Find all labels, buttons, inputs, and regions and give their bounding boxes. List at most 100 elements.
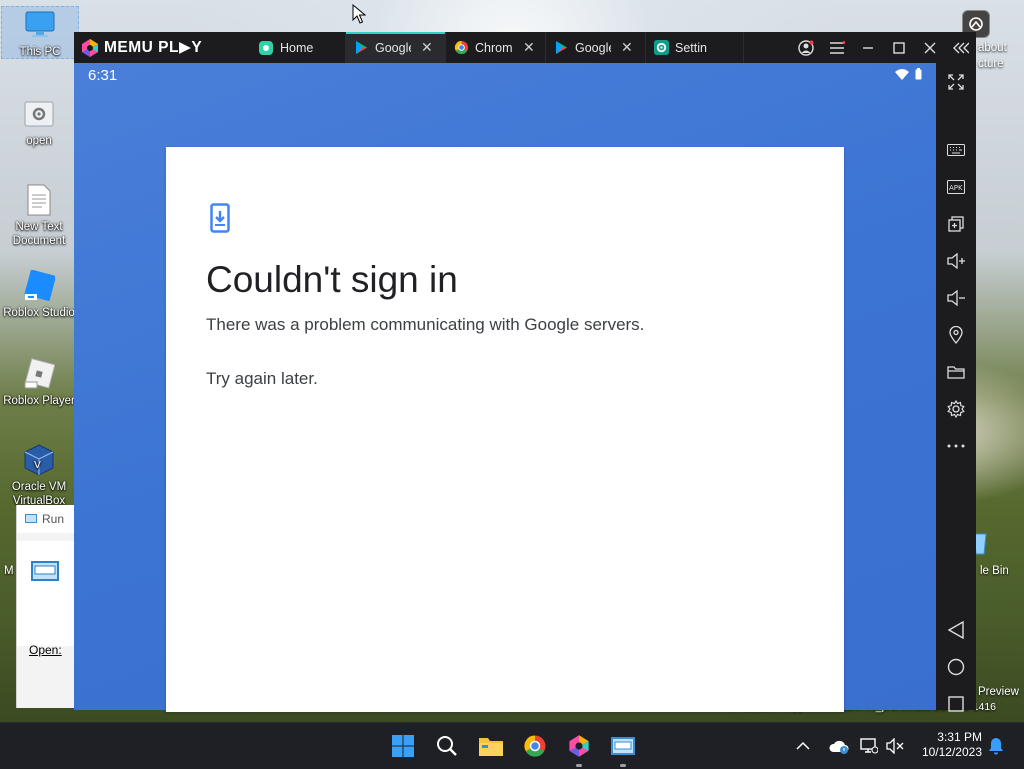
roblox-player-icon [21, 356, 57, 392]
tab-label: Home [280, 40, 314, 55]
desktop-label-about: about [978, 42, 1007, 54]
desktop-icon-label: Oracle VM VirtualBox [11, 481, 67, 507]
more-icon[interactable] [936, 431, 976, 461]
run-icon [25, 514, 37, 523]
phone-download-icon [210, 203, 230, 238]
close-icon[interactable]: ✕ [421, 39, 433, 56]
menu-icon[interactable] [821, 32, 852, 63]
android-clock: 6:31 [88, 67, 118, 84]
apk-icon[interactable]: APK [936, 172, 976, 202]
text-document-icon [21, 182, 57, 218]
desktop-icon-new-text-document[interactable]: New Text Document [1, 182, 77, 248]
desktop-icon-roblox-studio[interactable]: Roblox Studio [1, 268, 77, 320]
desktop-icon-label: This PC [19, 46, 61, 58]
settings-icon[interactable] [936, 394, 976, 424]
run-dialog-title: Run [42, 512, 65, 526]
play-store-icon [356, 41, 367, 54]
tab-chrome[interactable]: Chrom ✕ [446, 32, 546, 63]
volume-down-icon[interactable] [936, 283, 976, 313]
monitor-icon [22, 7, 58, 43]
run-dialog[interactable]: Run Open: [16, 505, 74, 708]
android-screen[interactable]: 6:31 Couldn't sign in There was a proble… [74, 63, 936, 712]
taskbar-search-button[interactable] [432, 731, 462, 761]
play-store-icon [556, 41, 567, 54]
home-icon[interactable] [936, 652, 976, 682]
taskbar-chrome[interactable] [520, 731, 550, 761]
account-icon[interactable] [790, 32, 821, 63]
tab-home[interactable]: Home [250, 32, 346, 63]
mouse-cursor-icon [352, 3, 367, 29]
memu-home-icon [259, 40, 273, 55]
notification-bell-icon[interactable] [988, 723, 1004, 769]
desktop-label-preview: Preview [978, 686, 1019, 698]
memu-titlebar[interactable]: MEMU PL▶Y Home Google ✕ Chrom ✕ Google ✕… [74, 32, 976, 63]
fullscreen-icon[interactable] [936, 67, 976, 97]
memu-logo: MEMU PL▶Y [80, 38, 250, 58]
running-indicator [576, 764, 582, 767]
taskbar-run[interactable] [608, 731, 638, 767]
desktop-label-cture: cture [978, 58, 1004, 70]
tab-google-play-active[interactable]: Google ✕ [346, 32, 446, 63]
keyboard-icon[interactable] [936, 135, 976, 165]
desktop-icon-open[interactable]: open [1, 96, 77, 148]
tab-label: Settin [675, 40, 707, 55]
tab-google-play[interactable]: Google ✕ [546, 32, 646, 63]
chrome-icon [524, 735, 546, 757]
recent-apps-icon[interactable] [936, 689, 976, 719]
desktop-icon-label: open [26, 135, 52, 147]
desktop-icon-label: Roblox Player [3, 395, 75, 407]
desktop-label-recycle-bin: le Bin [980, 565, 1009, 577]
desktop-icon-this-pc[interactable]: This PC [1, 6, 79, 59]
desktop-icon-label: Roblox Studio [3, 307, 75, 319]
folder-icon[interactable] [936, 357, 976, 387]
collapse-sidebar-icon[interactable] [945, 32, 976, 63]
network-icon[interactable] [860, 723, 878, 769]
close-icon[interactable]: ✕ [523, 39, 535, 56]
location-icon[interactable] [936, 320, 976, 350]
taskbar-memu[interactable] [564, 731, 594, 767]
run-icon [611, 737, 635, 755]
error-message: There was a problem communicating with G… [206, 315, 645, 334]
search-icon [437, 736, 457, 756]
run-open-label: Open: [29, 643, 62, 657]
volume-up-icon[interactable] [936, 246, 976, 276]
tray-overflow-icon[interactable] [796, 723, 810, 769]
close-icon[interactable]: ✕ [621, 39, 633, 56]
running-indicator [620, 764, 626, 767]
taskbar-clock[interactable]: 3:31 PM 10/12/2023 [922, 730, 982, 760]
error-title: Couldn't sign in [206, 259, 458, 300]
taskbar: 3:31 PM 10/12/2023 [0, 722, 1024, 769]
roblox-studio-icon [21, 268, 57, 304]
memu-logo-icon [82, 38, 98, 57]
windows-logo-icon [392, 735, 414, 757]
settings-gear-icon [654, 40, 669, 55]
close-window-icon[interactable] [914, 32, 945, 63]
tab-label: Chrom [475, 40, 513, 55]
memu-window[interactable]: MEMU PL▶Y Home Google ✕ Chrom ✕ Google ✕… [74, 32, 976, 712]
volume-muted-icon[interactable] [886, 723, 904, 769]
svg-text:V: V [34, 460, 41, 471]
start-button[interactable] [388, 731, 418, 761]
chrome-icon [454, 40, 469, 55]
taskbar-file-explorer[interactable] [476, 731, 506, 761]
battery-icon [915, 68, 922, 80]
onedrive-icon[interactable] [828, 723, 850, 769]
multi-instance-icon[interactable] [936, 209, 976, 239]
run-dialog-titlebar[interactable]: Run [17, 505, 74, 533]
tab-settings[interactable]: Settin [646, 32, 744, 63]
back-icon[interactable] [936, 615, 976, 645]
desktop-icon-roblox-player[interactable]: Roblox Player [1, 356, 77, 408]
memu-sidebar: APK [936, 63, 976, 712]
minimize-icon[interactable] [852, 32, 883, 63]
memu-app-icon [569, 735, 589, 757]
clock-time: 3:31 PM [937, 730, 982, 744]
virtualbox-icon: V [21, 442, 57, 478]
tab-label: Google [575, 40, 611, 55]
wifi-icon [895, 69, 909, 80]
error-retry-text: Try again later. [206, 369, 318, 388]
desktop-partial-label: M [4, 565, 14, 577]
desktop-icon-virtualbox[interactable]: V Oracle VM VirtualBox [1, 442, 77, 508]
desktop-icon-label: New Text Document [12, 221, 66, 247]
maximize-icon[interactable] [883, 32, 914, 63]
run-dialog-body: Open: [17, 541, 74, 657]
